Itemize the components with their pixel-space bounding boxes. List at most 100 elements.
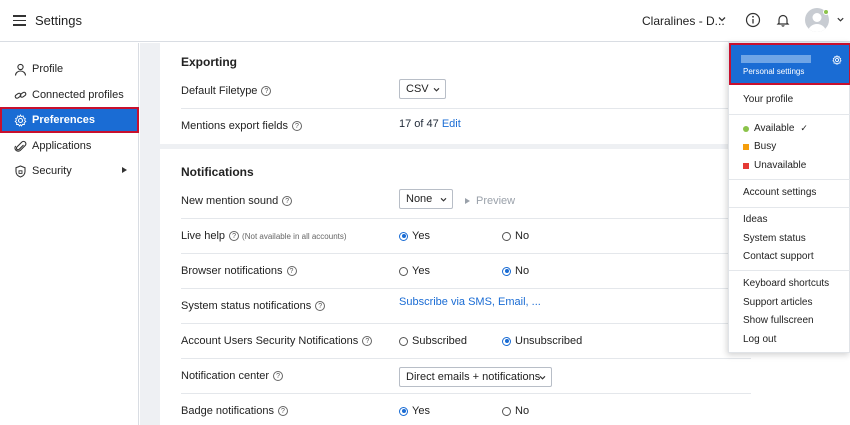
default-filetype-label: Default Filetype <box>181 85 258 97</box>
unsubscribed-radio[interactable]: Unsubscribed <box>502 335 582 347</box>
menu-ideas[interactable]: Ideas <box>743 214 767 225</box>
help-icon[interactable]: ? <box>315 301 326 311</box>
sidebar-item-label: Security <box>32 165 72 177</box>
new-mention-sound-label: New mention sound <box>181 195 279 207</box>
user-menu: Personal settings Your profile Available… <box>728 42 850 353</box>
security-notifications-row: Account Users Security Notifications? Su… <box>181 324 751 359</box>
default-filetype-select[interactable]: CSV <box>399 79 446 99</box>
notifications-heading: Notifications <box>181 165 254 179</box>
sidebar-item-label: Preferences <box>32 114 95 126</box>
personal-settings-button[interactable]: Personal settings <box>729 43 850 85</box>
notification-center-row: Notification center? Direct emails + not… <box>181 359 751 394</box>
chevron-down-icon[interactable] <box>717 14 727 24</box>
select-value: None <box>406 193 433 205</box>
subscribed-radio[interactable]: Subscribed <box>399 335 467 347</box>
person-icon <box>14 63 27 76</box>
badge-no-radio[interactable]: No <box>502 405 529 417</box>
personal-settings-label: Personal settings <box>743 67 805 76</box>
link-icon <box>14 89 27 102</box>
top-bar: Settings Claralines - D... <box>0 0 850 42</box>
unavailable-square-icon <box>743 162 749 169</box>
menu-divider <box>729 270 850 271</box>
redacted-username <box>741 55 811 63</box>
menu-status-busy[interactable]: Busy <box>743 141 776 152</box>
paperclip-icon <box>14 140 27 153</box>
edit-link[interactable]: Edit <box>442 118 461 130</box>
default-filetype-row: Default Filetype? CSV <box>181 74 751 109</box>
security-notifications-label: Account Users Security Notifications <box>181 335 359 347</box>
system-status-row: System status notifications? Subscribe v… <box>181 289 751 324</box>
sidebar-item-label: Applications <box>32 140 92 152</box>
live-help-yes-radio[interactable]: Yes <box>399 230 430 242</box>
help-icon[interactable]: ? <box>277 406 288 416</box>
sidebar-item-preferences[interactable]: Preferences <box>0 107 139 133</box>
menu-account-settings[interactable]: Account settings <box>743 187 816 198</box>
help-icon[interactable]: ? <box>229 231 240 241</box>
menu-system-status[interactable]: System status <box>743 233 806 244</box>
new-mention-sound-row: New mention sound? None Preview <box>181 184 751 219</box>
browser-notifications-row: Browser notifications? Yes No <box>181 254 751 289</box>
help-icon[interactable]: ? <box>286 266 297 276</box>
subscribe-link[interactable]: Subscribe via SMS, Email, ... <box>399 296 541 308</box>
menu-status-available[interactable]: Available ✓ <box>743 123 808 134</box>
live-help-note: (Not available in all accounts) <box>242 231 347 241</box>
live-help-label: Live help <box>181 230 226 242</box>
notification-center-select[interactable]: Direct emails + notifications <box>399 367 552 387</box>
system-status-label: System status notifications <box>181 300 312 312</box>
menu-contact-support[interactable]: Contact support <box>743 251 814 262</box>
sidebar-item-connected-profiles[interactable]: Connected profiles <box>0 82 139 108</box>
play-icon <box>465 198 470 204</box>
menu-your-profile[interactable]: Your profile <box>743 94 793 105</box>
live-help-no-radio[interactable]: No <box>502 230 529 242</box>
chevron-right-icon <box>122 167 127 173</box>
chevron-down-icon[interactable] <box>836 15 845 24</box>
exporting-heading: Exporting <box>181 55 237 69</box>
preview-button[interactable]: Preview <box>465 195 515 207</box>
browser-notifications-yes-radio[interactable]: Yes <box>399 265 430 277</box>
sidebar-item-applications[interactable]: Applications <box>0 133 139 159</box>
gear-icon <box>832 55 842 65</box>
page-title: Settings <box>35 13 82 28</box>
sidebar-item-security[interactable]: Security <box>0 158 139 184</box>
notification-center-label: Notification center <box>181 370 270 382</box>
help-icon[interactable]: ? <box>273 371 284 381</box>
badge-notifications-label: Badge notifications <box>181 405 274 417</box>
sidebar-item-label: Connected profiles <box>32 89 124 101</box>
mentions-export-value: 17 of 47 Edit <box>399 118 461 130</box>
menu-icon[interactable] <box>13 15 26 26</box>
chevron-down-icon <box>440 197 447 202</box>
check-icon: ✓ <box>800 123 808 133</box>
live-help-row: Live help? (Not available in all accounts… <box>181 219 751 254</box>
menu-support-articles[interactable]: Support articles <box>743 297 812 308</box>
mentions-export-label: Mentions export fields <box>181 120 288 132</box>
menu-status-unavailable[interactable]: Unavailable <box>743 160 806 171</box>
menu-log-out[interactable]: Log out <box>743 334 776 345</box>
mentions-export-count: 17 of 47 <box>399 118 439 130</box>
shield-icon <box>14 164 27 178</box>
account-switcher[interactable]: Claralines - D... <box>642 14 725 28</box>
menu-show-fullscreen[interactable]: Show fullscreen <box>743 315 814 326</box>
available-dot-icon <box>743 125 749 132</box>
info-icon[interactable] <box>745 12 761 28</box>
select-value: Direct emails + notifications <box>406 371 541 383</box>
help-icon[interactable]: ? <box>282 196 293 206</box>
sidebar-item-label: Profile <box>32 63 64 75</box>
help-icon[interactable]: ? <box>292 121 302 131</box>
badge-notifications-row: Badge notifications? Yes No <box>181 394 751 425</box>
content-gutter <box>140 43 160 425</box>
badge-yes-radio[interactable]: Yes <box>399 405 430 417</box>
help-icon[interactable]: ? <box>362 336 373 346</box>
menu-divider <box>729 114 850 115</box>
bell-icon[interactable] <box>775 12 791 28</box>
status-indicator <box>823 9 829 15</box>
select-value: CSV <box>406 83 429 95</box>
browser-notifications-no-radio[interactable]: No <box>502 265 529 277</box>
mention-sound-select[interactable]: None <box>399 189 453 209</box>
help-icon[interactable]: ? <box>261 86 272 96</box>
menu-divider <box>729 207 850 208</box>
busy-square-icon <box>743 143 749 150</box>
sidebar-item-profile[interactable]: Profile <box>0 56 139 82</box>
menu-keyboard-shortcuts[interactable]: Keyboard shortcuts <box>743 278 829 289</box>
menu-divider <box>729 179 850 180</box>
chevron-down-icon <box>433 87 440 92</box>
